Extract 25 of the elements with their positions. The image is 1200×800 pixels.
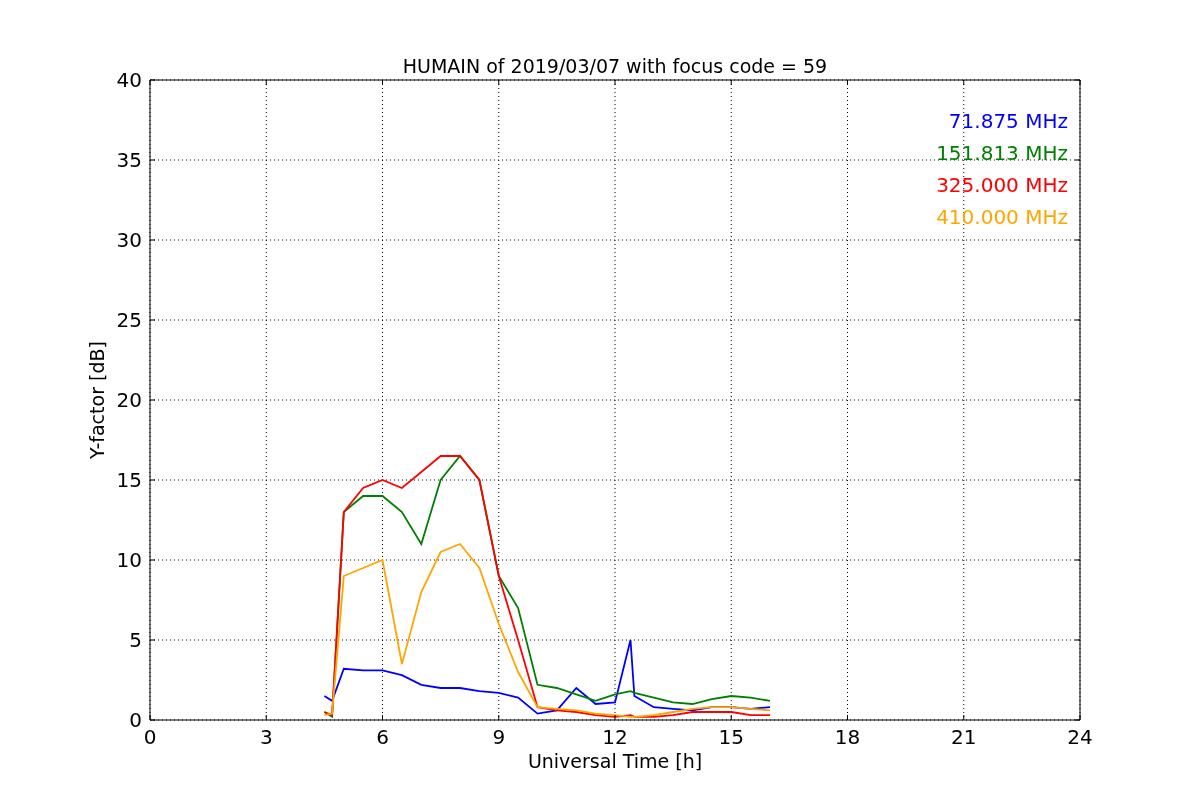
y-tick-label: 10 — [116, 548, 142, 572]
x-tick-label: 15 — [718, 725, 744, 749]
y-tick-label: 35 — [116, 148, 142, 172]
y-tick-label: 0 — [129, 708, 142, 732]
legend-label: 325.000 MHz — [936, 173, 1068, 197]
y-tick-label: 15 — [116, 468, 142, 492]
chart-title: HUMAIN of 2019/03/07 with focus code = 59 — [402, 55, 828, 77]
legend-label: 71.875 MHz — [948, 109, 1068, 133]
x-tick-label: 12 — [602, 725, 628, 749]
x-tick-label: 24 — [1067, 725, 1093, 749]
legend-label: 151.813 MHz — [936, 141, 1068, 165]
y-tick-label: 20 — [116, 388, 142, 412]
y-tick-label: 30 — [116, 228, 142, 252]
x-tick-label: 18 — [834, 725, 861, 749]
y-tick-label: 5 — [129, 628, 142, 652]
x-tick-label: 3 — [259, 725, 273, 749]
y-axis-label: Y-factor [dB] — [86, 341, 108, 459]
x-tick-label: 9 — [492, 725, 506, 749]
legend-label: 410.000 MHz — [936, 205, 1068, 229]
x-tick-label: 6 — [376, 725, 389, 749]
x-tick-label: 21 — [951, 725, 977, 749]
y-tick-label: 25 — [116, 308, 142, 332]
y-tick-label: 40 — [116, 68, 142, 92]
x-tick-label: 0 — [143, 725, 157, 749]
x-axis-label: Universal Time [h] — [527, 750, 703, 772]
